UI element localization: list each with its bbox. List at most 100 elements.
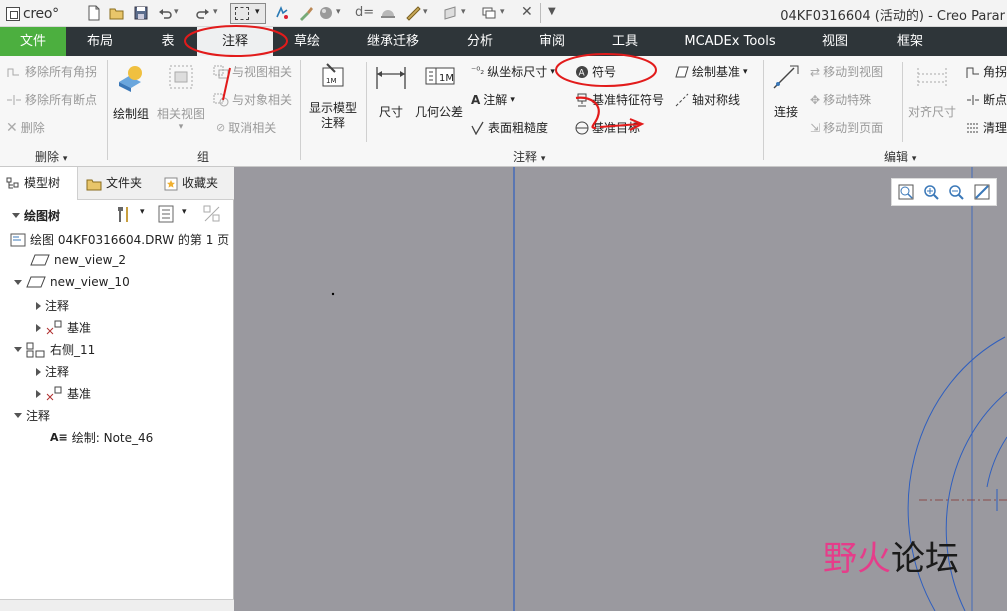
axis-symmetry-button[interactable]: 轴对称线 — [675, 91, 740, 108]
tree-item-annotations[interactable]: 注释 — [36, 363, 69, 380]
tree-item-new-view-2[interactable]: new_view_2 — [30, 253, 126, 267]
align-dimensions-button[interactable]: 对齐尺寸 — [906, 62, 958, 120]
svg-text:1M: 1M — [439, 73, 454, 84]
plane-dropdown-icon[interactable]: ▾ — [461, 7, 466, 17]
brush-icon[interactable] — [298, 5, 314, 21]
relate-to-object-button[interactable]: 与对象相关 — [213, 91, 292, 108]
tree-item-new-view-10[interactable]: new_view_10 — [14, 275, 130, 289]
tree-item-right-11[interactable]: 右侧_11 — [14, 341, 95, 358]
delete-button[interactable]: ✕ 删除 — [6, 119, 45, 136]
delete-icon: ✕ — [6, 119, 18, 136]
tab-annotate[interactable]: 注释 — [197, 27, 273, 56]
measure-dropdown-icon[interactable]: ▾ — [423, 7, 428, 17]
tree-item-drawing-sheet[interactable]: 绘图 04KF0316604.DRW 的第 1 页 — [10, 231, 229, 248]
tree-item-annotations-root[interactable]: 注释 — [14, 407, 50, 424]
datum-target-button[interactable]: 基准目标 — [575, 119, 640, 136]
tree-header[interactable]: 绘图树 — [12, 207, 60, 224]
repaint-icon[interactable] — [974, 184, 990, 200]
windows-icon[interactable] — [481, 5, 497, 21]
group-separator — [107, 60, 108, 160]
plane-icon[interactable] — [443, 5, 459, 21]
selection-filter-button[interactable]: ▾ — [230, 3, 266, 24]
break-button[interactable]: 断点 — [966, 91, 1007, 108]
unrelate-button[interactable]: ⊘ 取消相关 — [216, 119, 276, 136]
jog-button[interactable]: 角拐 — [966, 63, 1007, 80]
windows-dropdown-icon[interactable]: ▾ — [500, 7, 505, 17]
settings-list-icon[interactable] — [158, 205, 174, 223]
edit-group-text: 编辑 — [884, 150, 909, 164]
measure-icon[interactable] — [405, 5, 421, 21]
redo-icon[interactable] — [195, 5, 211, 21]
tab-frame[interactable]: 框架 — [884, 27, 936, 56]
redo-dropdown-icon[interactable]: ▾ — [213, 7, 218, 17]
move-to-view-button[interactable]: ⇄ 移动到视图 — [810, 63, 883, 80]
group-separator — [366, 62, 367, 142]
zoom-in-icon[interactable] — [923, 184, 939, 200]
customize-toolbar-icon[interactable]: ▼ — [548, 6, 556, 17]
settings-dropdown-icon[interactable]: ▾ — [182, 207, 187, 217]
cleanup-button[interactable]: 清理 — [966, 119, 1007, 136]
note-button[interactable]: A 注解 ▾ — [471, 91, 515, 108]
connect-button[interactable]: 连接 — [768, 62, 804, 120]
surface-finish-button[interactable]: 表面粗糙度 — [471, 119, 548, 136]
delete-group-text: 删除 — [35, 150, 60, 164]
relate-to-view-button[interactable]: 与视图相关 — [213, 63, 292, 80]
move-special-button[interactable]: ✥ 移动特殊 — [810, 91, 871, 108]
tools-icon[interactable] — [114, 204, 134, 224]
refit-icon[interactable] — [898, 184, 914, 200]
tab-tools[interactable]: 工具 — [600, 27, 650, 56]
delete-group-label[interactable]: 删除 ▾ — [35, 148, 67, 165]
save-icon[interactable] — [133, 5, 149, 21]
tree-item-annotations[interactable]: 注释 — [36, 297, 69, 314]
tab-mcadex-tools[interactable]: MCADEx Tools — [672, 27, 788, 56]
tab-table[interactable]: 表 — [148, 27, 188, 56]
dimension-qa-icon[interactable]: d= — [355, 5, 374, 20]
geometric-tolerance-button[interactable]: 1M 几何公差 — [413, 62, 465, 120]
regenerate-icon[interactable] — [274, 5, 290, 21]
draw-datum-button[interactable]: 绘制基准 ▾ — [675, 63, 748, 80]
draw-group-button[interactable]: 绘制组 — [111, 62, 151, 122]
tab-layout[interactable]: 布局 — [74, 27, 126, 56]
undo-icon[interactable] — [157, 5, 173, 21]
ordinate-dimension-button[interactable]: ⁻⁰₂ 纵坐标尺寸 ▾ — [471, 63, 555, 80]
related-view-button[interactable]: 相关视图 ▾ — [157, 62, 205, 132]
hard-hat-icon[interactable] — [380, 5, 396, 21]
sphere-dropdown-icon[interactable]: ▾ — [336, 7, 341, 17]
move-to-page-button[interactable]: ⇲ 移动到页面 — [810, 119, 883, 136]
zoom-out-icon[interactable] — [948, 184, 964, 200]
tab-file[interactable]: 文件 — [0, 27, 66, 56]
annotation-group-text: 注释 — [513, 150, 538, 164]
tab-folder-browser[interactable]: 文件夹 — [80, 167, 156, 200]
tab-favorites[interactable]: 收藏夹 — [158, 167, 234, 200]
show-model-annotations-button[interactable]: 1M 显示模型 注释 — [305, 62, 361, 131]
point-marker — [331, 292, 335, 296]
tab-model-tree[interactable]: 模型树 — [0, 167, 78, 200]
tab-view[interactable]: 视图 — [810, 27, 860, 56]
close-window-icon[interactable]: ✕ — [521, 4, 533, 20]
tree-item-datums[interactable]: 基准 — [36, 385, 91, 402]
datum-feature-symbol-button[interactable]: 基准特征符号 — [575, 91, 664, 108]
edit-group-label[interactable]: 编辑 ▾ — [884, 148, 916, 165]
undo-dropdown-icon[interactable]: ▾ — [174, 7, 179, 17]
show-filter-icon[interactable] — [203, 205, 221, 223]
sphere-icon[interactable] — [318, 5, 334, 21]
open-icon[interactable] — [109, 5, 125, 21]
svg-text:A: A — [579, 68, 586, 78]
tools-dropdown-icon[interactable]: ▾ — [140, 207, 145, 217]
connect-icon — [773, 65, 799, 89]
tree-item-datums[interactable]: 基准 — [36, 319, 91, 336]
drawing-sheet-icon — [10, 233, 26, 246]
symbol-button[interactable]: A 符号 — [575, 63, 616, 80]
remove-all-jogs-button[interactable]: 移除所有角拐 — [6, 63, 97, 80]
annotation-group-label[interactable]: 注释 ▾ — [513, 148, 545, 165]
remove-all-breaks-button[interactable]: 移除所有断点 — [6, 91, 97, 108]
tab-review[interactable]: 审阅 — [528, 27, 576, 56]
dimension-button[interactable]: 尺寸 — [371, 62, 411, 120]
tab-analysis[interactable]: 分析 — [456, 27, 504, 56]
tree-item-note-46[interactable]: A≡ 绘制: Note_46 — [50, 429, 153, 446]
favorites-tab-label: 收藏夹 — [182, 176, 219, 190]
new-icon[interactable] — [86, 5, 102, 21]
tab-legacy-migration[interactable]: 继承迁移 — [356, 27, 430, 56]
tab-sketch[interactable]: 草绘 — [282, 27, 332, 56]
drawing-canvas[interactable]: 野火论坛 — [235, 167, 1007, 611]
